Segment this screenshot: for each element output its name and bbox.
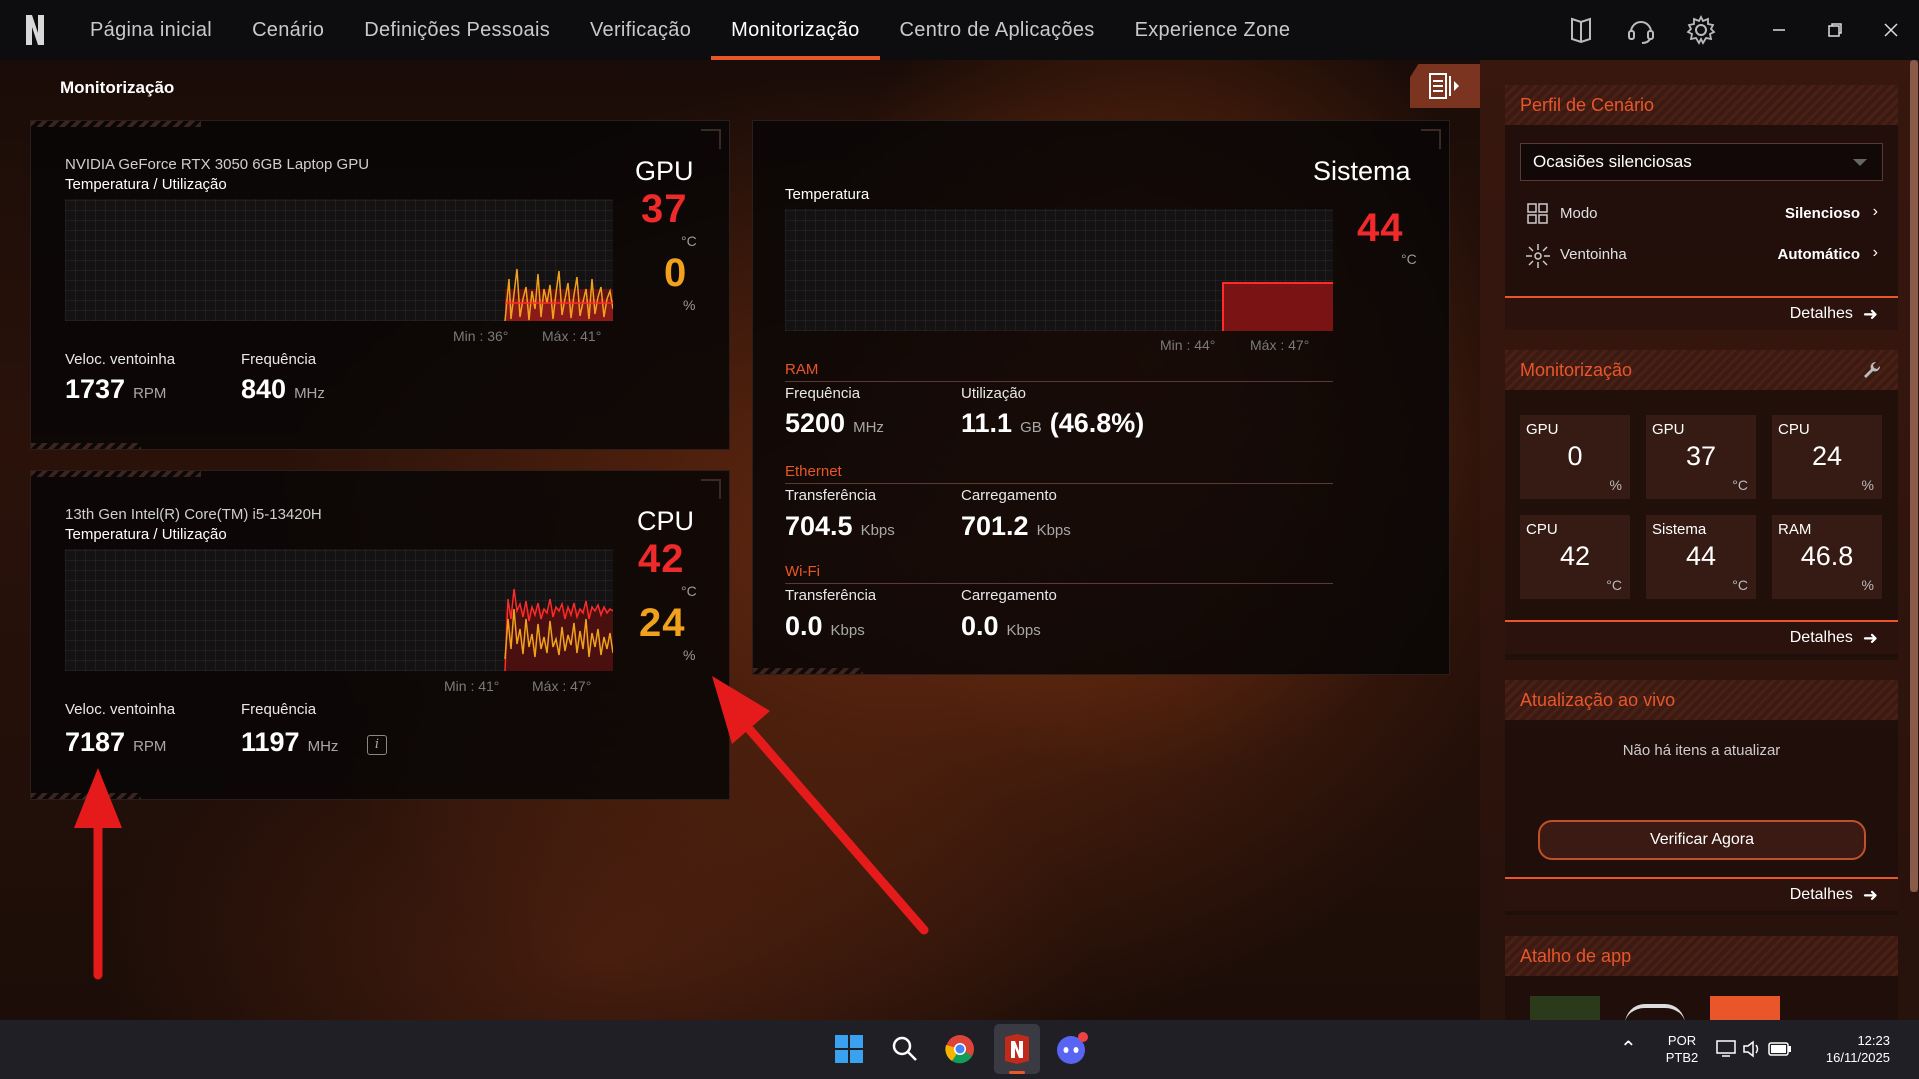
fan-label: Ventoinha [1560,246,1627,263]
fan-value[interactable]: Automático [1778,246,1861,263]
app-shortcut-3[interactable] [1710,996,1780,1020]
live-update-details-link[interactable]: Detalhes ➜ [1505,877,1898,911]
fan-chevron-icon[interactable]: › [1873,244,1878,262]
monitor-tile-ram-usage: RAM 46.8 % [1772,515,1882,599]
monitor-tile-cpu-temp: CPU 42 °C [1520,515,1630,599]
monitor-tile-system-temp: Sistema 44 °C [1646,515,1756,599]
app-shortcut-title: Atalho de app [1505,936,1898,976]
app-shortcut-2[interactable] [1625,1004,1685,1020]
mode-value[interactable]: Silencioso [1785,205,1860,222]
system-clock[interactable]: 12:23 16/11/2025 [1810,1032,1890,1066]
live-update-card: Atualização ao vivo Não há itens a atual… [1505,680,1898,915]
scenario-profile-title: Perfil de Cenário [1505,85,1898,125]
scenario-profile-select[interactable]: Ocasiões silenciosas [1520,143,1883,181]
discord-icon[interactable] [1052,1029,1092,1069]
live-update-empty-text: Não há itens a atualizar [1622,742,1781,759]
fan-icon [1526,244,1550,268]
verify-now-button[interactable]: Verificar Agora [1538,820,1866,860]
tray-overflow-chevron-icon[interactable]: ⌃ [1620,1036,1637,1061]
mode-label: Modo [1560,205,1598,222]
monitor-tile-cpu-usage: CPU 24 % [1772,415,1882,499]
predator-sense-app-icon[interactable] [997,1029,1037,1069]
arrow-right-icon: ➜ [1862,884,1878,905]
search-icon[interactable] [885,1029,925,1069]
app-shortcut-card: Atalho de app [1505,936,1898,1020]
mode-chevron-icon[interactable]: › [1873,203,1878,221]
chevron-down-icon [1853,159,1867,166]
monitoring-card: Monitorização GPU 0 % GPU 37 °C CPU 24 %… [1505,350,1898,660]
language-indicator[interactable]: POR PTB2 [1662,1032,1702,1066]
mode-grid-icon [1527,203,1548,224]
live-update-title: Atualização ao vivo [1505,680,1898,720]
monitor-tile-gpu-usage: GPU 0 % [1520,415,1630,499]
scenario-profile-card: Perfil de Cenário Ocasiões silenciosas M… [1505,85,1898,330]
chrome-icon[interactable] [940,1029,980,1069]
monitoring-card-title: Monitorização [1505,350,1898,390]
battery-icon[interactable] [1768,1041,1792,1062]
wrench-icon[interactable] [1862,360,1882,380]
arrow-right-icon: ➜ [1862,303,1878,324]
volume-icon[interactable] [1742,1040,1762,1063]
nvidia-app-shortcut[interactable] [1530,996,1600,1020]
network-icon[interactable] [1716,1040,1736,1063]
monitoring-details-link[interactable]: Detalhes ➜ [1505,620,1898,654]
sidebar-scroll-thumb[interactable] [1910,60,1918,892]
profile-details-link[interactable]: Detalhes ➜ [1505,296,1898,330]
windows-start-icon[interactable] [829,1029,869,1069]
arrow-right-icon: ➜ [1862,627,1878,648]
monitor-tile-gpu-temp: GPU 37 °C [1646,415,1756,499]
